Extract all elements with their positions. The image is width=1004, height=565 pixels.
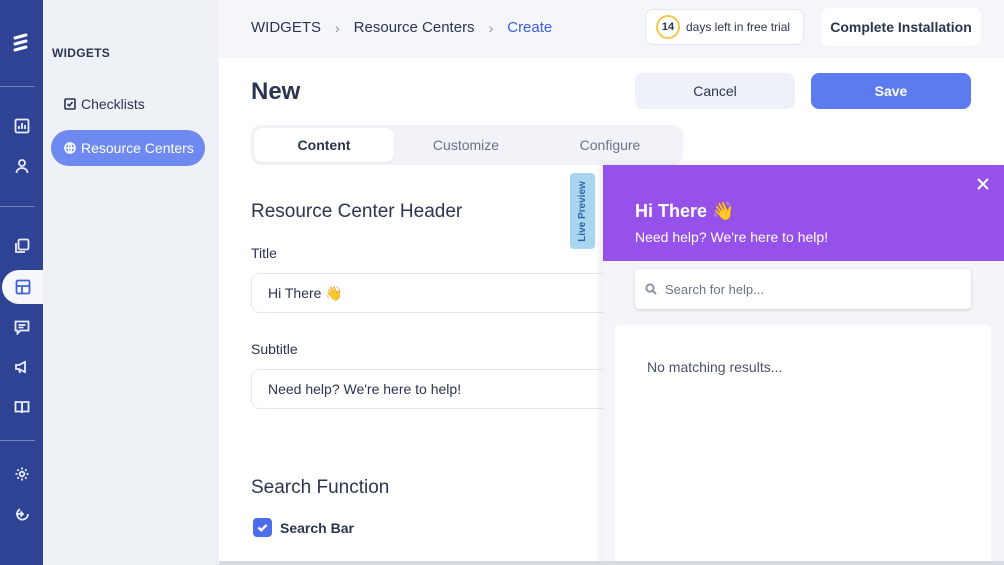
title-label: Title [251,245,277,261]
globe-icon [64,142,76,154]
user-icon[interactable] [0,149,43,183]
breadcrumb-resource-centers[interactable]: Resource Centers [354,19,475,36]
check-icon [257,524,268,533]
breadcrumb: WIDGETS › Resource Centers › Create [251,19,552,36]
resource-center-preview: Hi There 👋 Need help? We're here to help… [603,165,1004,565]
preview-results: No matching results... [615,325,991,565]
sidebar-section-title: WIDGETS [52,46,111,60]
rail-divider [0,440,35,441]
search-bar-label: Search Bar [280,519,354,536]
preview-subtitle: Need help? We're here to help! [635,229,829,245]
preview-search-input[interactable]: Search for help... [635,269,971,309]
preview-header: Hi There 👋 Need help? We're here to help… [603,165,1004,261]
tab-configure[interactable]: Configure [540,128,680,162]
megaphone-icon[interactable] [0,350,43,384]
preview-search-placeholder: Search for help... [665,281,764,297]
subtitle-label: Subtitle [251,341,298,357]
trial-days-count: 14 [656,15,680,39]
sidebar-item-label: Checklists [81,96,145,112]
sidebar-item-checklists[interactable]: Checklists [51,86,205,122]
search-bar-option[interactable]: Search Bar [253,518,354,537]
main-content: WIDGETS › Resource Centers › Create 14 d… [219,0,1004,565]
close-icon[interactable] [976,177,990,191]
book-icon[interactable] [0,390,43,424]
trial-badge[interactable]: 14 days left in free trial [645,9,804,45]
gear-icon[interactable] [0,457,43,491]
search-section-title: Search Function [251,477,390,498]
preview-title: Hi There 👋 [635,201,735,221]
rail-divider [0,206,35,207]
sidebar-item-resource-centers[interactable]: Resource Centers [51,130,205,166]
search-icon [645,283,657,295]
chevron-right-icon: › [488,19,494,36]
no-results-text: No matching results... [647,359,783,375]
messages-icon[interactable] [0,310,43,344]
cancel-button[interactable]: Cancel [635,73,795,109]
tab-content[interactable]: Content [254,128,394,162]
rail-divider [0,86,35,87]
live-preview-label: Live Preview [577,180,588,242]
header-section-title: Resource Center Header [251,201,463,222]
tab-bar: Content Customize Configure [251,125,683,165]
widgets-icon[interactable] [2,270,43,304]
save-button[interactable]: Save [811,73,971,109]
app-rail [0,0,43,565]
flows-icon[interactable] [0,229,43,263]
subtitle-input[interactable]: Need help? We're here to help! [251,369,611,409]
tab-customize[interactable]: Customize [396,128,536,162]
sidebar-item-label: Resource Centers [81,140,194,156]
complete-installation-button[interactable]: Complete Installation [821,8,981,46]
checkbox-icon [64,98,76,110]
live-preview-toggle[interactable]: Live Preview [570,173,595,249]
top-bar: WIDGETS › Resource Centers › Create 14 d… [219,0,1004,58]
app-logo[interactable] [12,32,30,56]
page-title: New [251,78,301,105]
breadcrumb-create: Create [507,19,553,36]
logout-icon[interactable] [0,497,43,531]
analytics-icon[interactable] [0,109,43,143]
horizontal-scrollbar[interactable] [219,561,1004,565]
widgets-sidebar: WIDGETS Checklists Resource Centers [43,0,219,565]
title-input[interactable]: Hi There 👋 [251,273,611,313]
search-bar-checkbox[interactable] [253,518,272,537]
chevron-right-icon: › [335,19,340,36]
breadcrumb-widgets[interactable]: WIDGETS [251,19,321,36]
trial-text: days left in free trial [686,20,791,34]
